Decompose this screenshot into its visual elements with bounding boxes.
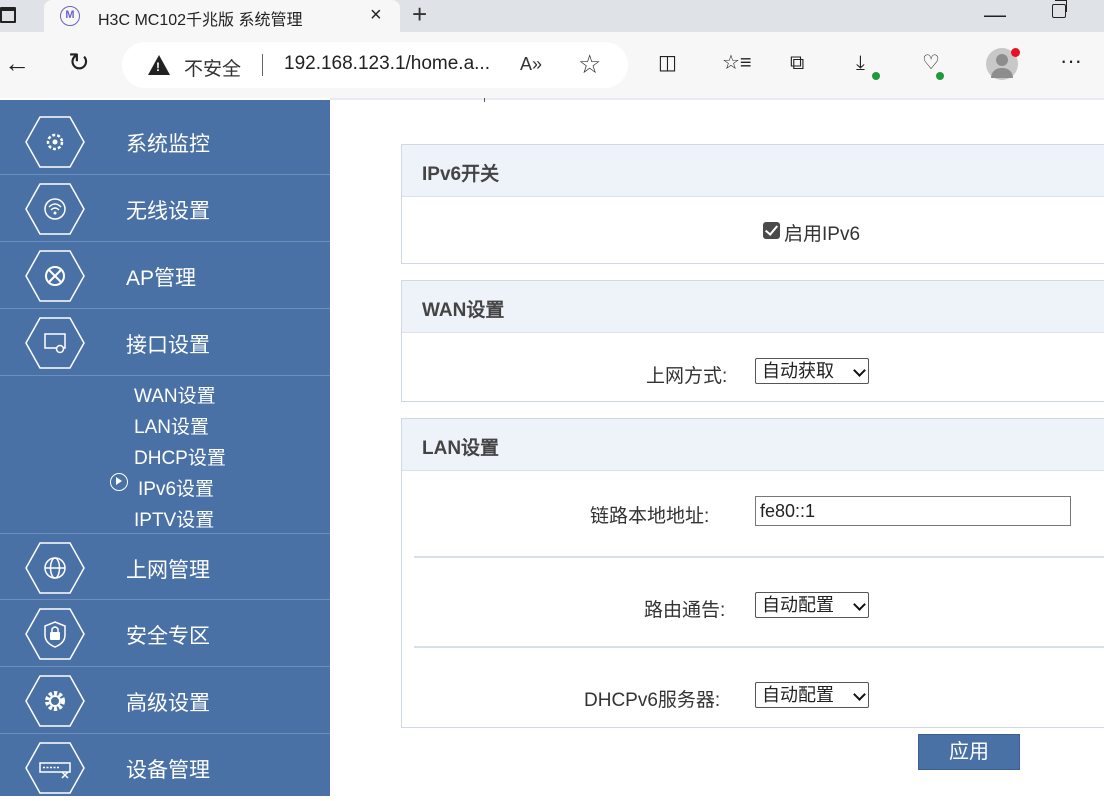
wan-settings-header: WAN设置 bbox=[402, 281, 1104, 333]
lan-row-divider bbox=[414, 646, 1104, 648]
wifi-icon bbox=[25, 183, 85, 235]
interface-submenu: WAN设置 LAN设置 DHCP设置 IPv6设置 IPTV设置 bbox=[0, 377, 330, 535]
top-divider-tick bbox=[484, 98, 485, 102]
sidebar-item-label: 设备管理 bbox=[126, 759, 210, 782]
submenu-iptv[interactable]: IPTV设置 bbox=[134, 505, 214, 532]
favorite-star-icon[interactable]: ☆ bbox=[578, 49, 601, 80]
router-advertisement-value: 自动配置 bbox=[762, 595, 834, 615]
dhcpv6-server-value: 自动配置 bbox=[762, 685, 834, 705]
submenu-wan[interactable]: WAN设置 bbox=[134, 381, 216, 408]
submenu-ipv6[interactable]: IPv6设置 bbox=[138, 474, 214, 501]
sidebar-item-label: 系统监控 bbox=[126, 133, 210, 156]
router-advertisement-label: 路由通告: bbox=[644, 600, 726, 621]
top-divider bbox=[330, 98, 1104, 100]
sidebar-item-label: 接口设置 bbox=[126, 334, 210, 357]
downloads-icon[interactable]: ⤓ bbox=[856, 52, 865, 74]
apply-button[interactable]: 应用 bbox=[918, 734, 1020, 770]
link-local-input[interactable]: fe80::1 bbox=[755, 496, 1071, 526]
browser-essentials-icon[interactable]: ♡ bbox=[922, 52, 940, 74]
chevron-down-icon bbox=[853, 364, 866, 377]
dhcpv6-server-label: DHCPv6服务器: bbox=[584, 690, 721, 711]
enable-ipv6-label[interactable]: 启用IPv6 bbox=[784, 219, 860, 246]
url-text[interactable]: 192.168.123.1/home.a... bbox=[284, 53, 490, 75]
wan-mode-label: 上网方式: bbox=[646, 366, 728, 387]
active-submenu-arrow-icon bbox=[110, 473, 128, 491]
new-tab-icon[interactable]: + bbox=[412, 0, 427, 28]
sidebar-item-security[interactable]: 安全专区 bbox=[0, 600, 330, 667]
security-status[interactable]: 不安全 bbox=[184, 54, 241, 81]
enable-ipv6-checkbox[interactable] bbox=[763, 222, 780, 239]
favorites-icon[interactable]: ☆≡ bbox=[722, 52, 752, 74]
minimize-icon[interactable]: — bbox=[984, 2, 1006, 28]
essentials-ok-badge bbox=[936, 72, 944, 80]
tab-close-icon[interactable]: × bbox=[370, 4, 382, 27]
back-icon[interactable]: ← bbox=[4, 50, 30, 76]
sidebar-item-wireless[interactable]: 无线设置 bbox=[0, 175, 330, 242]
browser-tab[interactable]: M H3C MC102千兆版 系统管理 × bbox=[44, 0, 400, 32]
sidebar-item-label: 上网管理 bbox=[126, 559, 210, 582]
link-local-label: 链路本地地址: bbox=[590, 506, 710, 527]
sidebar-item-label: 无线设置 bbox=[126, 200, 210, 223]
collections-icon[interactable]: ⧉ bbox=[790, 52, 804, 74]
warning-icon[interactable] bbox=[148, 55, 170, 75]
panel-title: LAN设置 bbox=[422, 438, 500, 459]
router-advertisement-select[interactable]: 自动配置 bbox=[755, 592, 869, 618]
ipv6-switch-panel: IPv6开关 启用IPv6 bbox=[401, 144, 1104, 264]
router-admin-page: 系统监控 无线设置 AP管理 接口设置 WAN设置 LAN设置 DHCP设置 I… bbox=[0, 98, 1104, 796]
sidebar-item-device-management[interactable]: 设备管理 bbox=[0, 734, 330, 801]
sidebar-item-ap-management[interactable]: AP管理 bbox=[0, 242, 330, 309]
split-screen-icon[interactable]: ◫ bbox=[658, 52, 677, 74]
ipv6-switch-header: IPv6开关 bbox=[402, 145, 1104, 197]
submenu-dhcp[interactable]: DHCP设置 bbox=[134, 443, 226, 470]
chevron-down-icon bbox=[853, 688, 866, 701]
address-divider bbox=[262, 54, 263, 76]
read-aloud-icon[interactable]: A» bbox=[520, 54, 542, 75]
panel-title: WAN设置 bbox=[422, 300, 505, 321]
restore-icon[interactable] bbox=[1052, 0, 1067, 18]
sidebar-item-system-monitor[interactable]: 系统监控 bbox=[0, 108, 330, 175]
more-options-icon[interactable]: ··· bbox=[1060, 48, 1082, 74]
sidebar-item-label: 高级设置 bbox=[126, 692, 210, 715]
wan-mode-select[interactable]: 自动获取 bbox=[755, 358, 869, 384]
panel-title: IPv6开关 bbox=[422, 164, 500, 185]
globe-icon bbox=[25, 542, 85, 594]
window-menu-icon[interactable] bbox=[0, 7, 16, 23]
gear-icon bbox=[25, 675, 85, 727]
sidebar-item-label: 安全专区 bbox=[126, 625, 210, 648]
lan-settings-header: LAN设置 bbox=[402, 419, 1104, 471]
ap-icon bbox=[25, 250, 85, 302]
profile-notification-dot bbox=[1011, 48, 1020, 57]
address-toolbar: ← ↻ 不安全 192.168.123.1/home.a... A» ☆ ◫ ☆… bbox=[0, 32, 1104, 98]
sidebar-item-internet-management[interactable]: 上网管理 bbox=[0, 533, 330, 600]
wan-mode-value: 自动获取 bbox=[762, 361, 834, 381]
lan-settings-panel: LAN设置 链路本地地址: fe80::1 路由通告: 自动配置 DHCPv6服… bbox=[401, 418, 1104, 728]
sidebar: 系统监控 无线设置 AP管理 接口设置 WAN设置 LAN设置 DHCP设置 I… bbox=[0, 100, 330, 796]
wan-settings-panel: WAN设置 上网方式: 自动获取 bbox=[401, 280, 1104, 402]
reload-icon[interactable]: ↻ bbox=[68, 48, 90, 76]
dhcpv6-server-select[interactable]: 自动配置 bbox=[755, 682, 869, 708]
monitor-gear-icon bbox=[25, 116, 85, 168]
sidebar-item-label: AP管理 bbox=[126, 267, 197, 290]
sidebar-item-advanced[interactable]: 高级设置 bbox=[0, 667, 330, 734]
site-favicon-icon: M bbox=[60, 6, 80, 26]
chevron-down-icon bbox=[853, 598, 866, 611]
sidebar-item-interface[interactable]: 接口设置 bbox=[0, 309, 330, 376]
submenu-lan[interactable]: LAN设置 bbox=[134, 412, 209, 439]
lan-row-divider bbox=[414, 556, 1104, 558]
device-icon bbox=[25, 742, 85, 794]
address-bar[interactable]: 不安全 192.168.123.1/home.a... A» ☆ bbox=[122, 42, 628, 88]
lock-icon bbox=[25, 608, 85, 660]
tab-title: H3C MC102千兆版 系统管理 bbox=[98, 12, 303, 29]
download-complete-badge bbox=[872, 72, 880, 80]
browser-tab-bar: M H3C MC102千兆版 系统管理 × + — bbox=[0, 0, 1104, 32]
interface-icon bbox=[25, 317, 85, 369]
